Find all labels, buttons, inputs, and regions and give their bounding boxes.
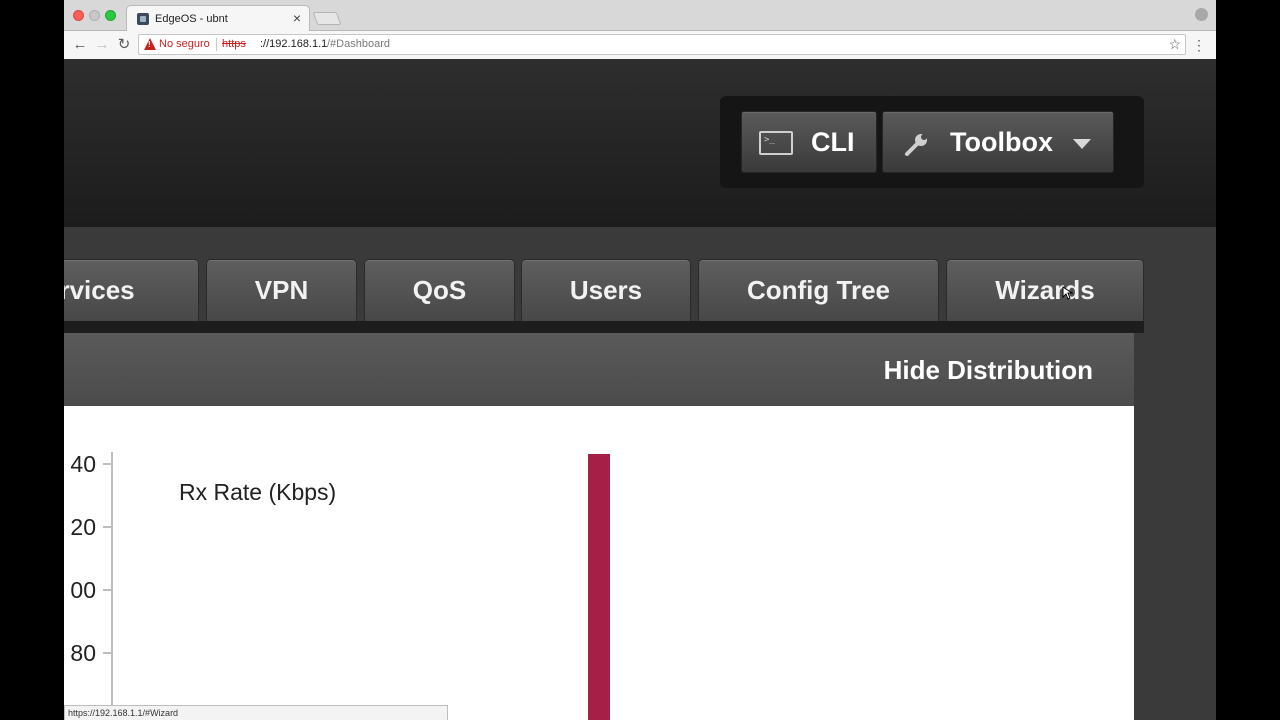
toolbox-button[interactable]: Toolbox — [882, 111, 1114, 173]
url-path: /#Dashboard — [327, 38, 390, 50]
omnibox-divider — [216, 38, 217, 51]
browser-tab[interactable]: EdgeOS - ubnt × — [126, 5, 310, 32]
tab-wizards[interactable]: Wizards — [946, 259, 1144, 323]
browser-menu-icon[interactable]: ⋮ — [1192, 35, 1206, 55]
page-header: CLI Toolbox — [64, 59, 1216, 227]
status-bar: https://192.168.1.1/#Wizard — [64, 705, 448, 720]
cli-label: CLI — [811, 127, 855, 157]
tab-label: VPN — [254, 275, 309, 305]
rx-rate-bar — [588, 454, 610, 720]
edgeos-page: CLI Toolbox ervices VPN QoS Users Config… — [64, 59, 1216, 720]
cli-button[interactable]: CLI — [741, 111, 877, 173]
tab-strip: EdgeOS - ubnt × — [64, 0, 1216, 32]
edgeos-favicon-icon — [137, 13, 149, 25]
tab-services[interactable]: ervices — [64, 259, 199, 323]
mouse-cursor-icon — [1062, 286, 1074, 300]
main-nav: ervices VPN QoS Users Config Tree Wizard… — [64, 227, 1216, 323]
side-gutter — [1134, 333, 1216, 720]
url-host: ://192.168.1.1 — [260, 38, 328, 50]
tab-users[interactable]: Users — [521, 259, 691, 323]
bookmark-star-icon[interactable]: ☆ — [1168, 36, 1181, 53]
address-bar[interactable]: No seguro https ://192.168.1.1 /#Dashboa… — [138, 34, 1186, 55]
tab-vpn[interactable]: VPN — [206, 259, 357, 323]
header-tools: CLI Toolbox — [720, 96, 1144, 188]
tab-qos[interactable]: QoS — [364, 259, 515, 323]
browser-chrome: EdgeOS - ubnt × ← → ↻ No seguro https :/… — [64, 0, 1216, 59]
rx-rate-chart: 40 20 00 80 Rx Rate (Kbps) — [64, 406, 1134, 720]
chart-title: Rx Rate (Kbps) — [179, 479, 336, 505]
new-tab-button[interactable] — [312, 12, 342, 25]
tab-label: ervices — [64, 275, 135, 305]
maximize-window-button[interactable] — [105, 10, 116, 21]
profile-icon[interactable] — [1195, 8, 1208, 21]
chevron-down-icon — [1073, 139, 1091, 149]
y-tick-label: 80 — [70, 640, 96, 666]
tab-title: EdgeOS - ubnt — [155, 13, 228, 25]
minimize-window-button[interactable] — [89, 10, 100, 21]
forward-arrow-icon[interactable]: → — [92, 35, 112, 55]
wrench-icon — [905, 134, 927, 156]
reload-icon[interactable]: ↻ — [114, 35, 134, 55]
back-arrow-icon[interactable]: ← — [70, 35, 90, 55]
nav-underline — [64, 321, 1144, 333]
y-tick-label: 20 — [70, 514, 96, 540]
screen: EdgeOS - ubnt × ← → ↻ No seguro https :/… — [0, 0, 1280, 720]
hide-distribution-link[interactable]: Hide Distribution — [884, 355, 1093, 386]
close-window-button[interactable] — [73, 10, 84, 21]
security-label: No seguro — [159, 38, 210, 50]
warning-icon — [144, 38, 156, 50]
url-scheme: https — [222, 38, 246, 50]
toolbox-label: Toolbox — [950, 127, 1053, 157]
distribution-bar: Hide Distribution — [64, 333, 1134, 406]
tab-label: Users — [569, 275, 643, 305]
tab-config-tree[interactable]: Config Tree — [698, 259, 939, 323]
tab-label: QoS — [412, 275, 467, 305]
tab-close-icon[interactable]: × — [293, 10, 301, 26]
y-tick-label: 00 — [70, 577, 96, 603]
terminal-icon — [759, 131, 793, 155]
tab-label: Config Tree — [746, 275, 890, 305]
chart-svg: 40 20 00 80 Rx Rate (Kbps) — [70, 451, 610, 720]
y-tick-label: 40 — [70, 451, 96, 477]
browser-toolbar: ← → ↻ No seguro https ://192.168.1.1 /#D… — [64, 31, 1216, 59]
tab-label: Wizards — [995, 275, 1095, 305]
